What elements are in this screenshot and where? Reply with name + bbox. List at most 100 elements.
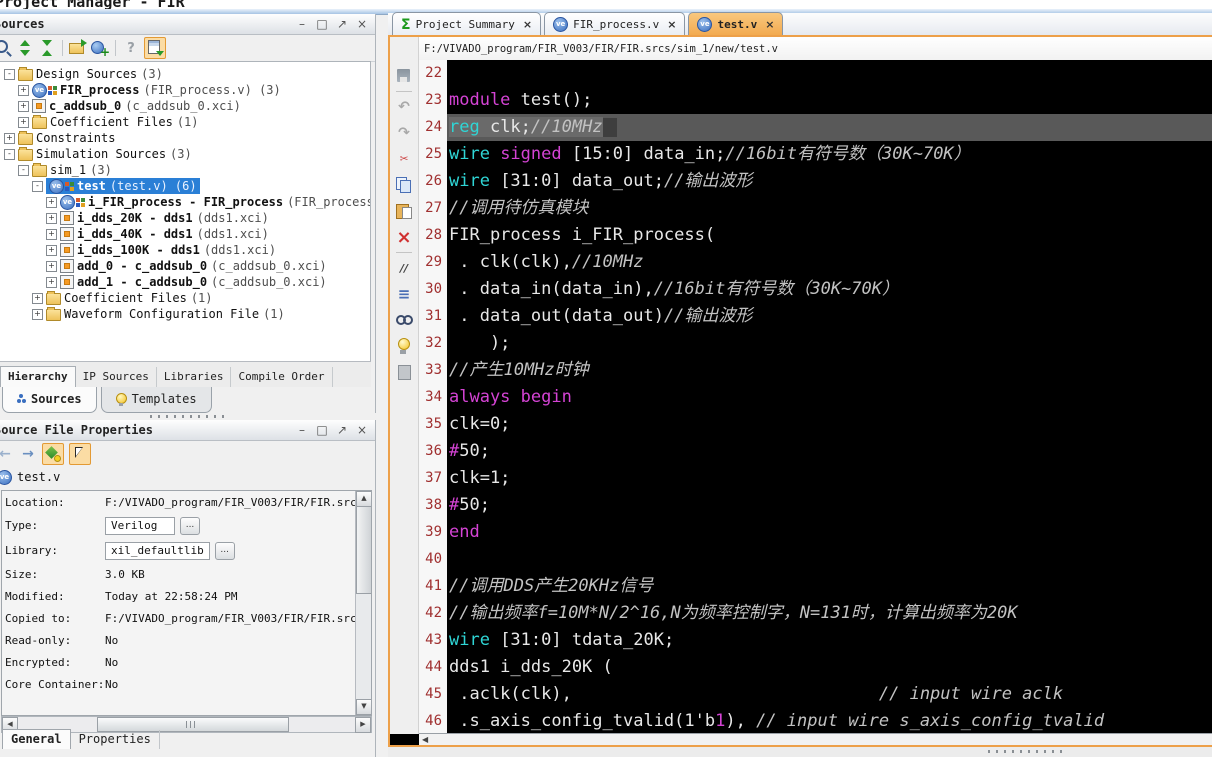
scroll-up-icon[interactable]: ▲ [356,491,372,507]
minimize-icon[interactable]: – [295,17,309,31]
sources-tree[interactable]: -Design Sources(3)+veFIR_process(FIR_pro… [0,61,371,362]
maximize-icon[interactable]: □ [315,423,329,437]
close-icon[interactable]: × [667,18,676,31]
tab-general[interactable]: General [2,729,71,749]
scrollbar-thumb[interactable] [356,506,372,594]
sources-panel-header[interactable]: Sources –□↗× [0,14,375,35]
tree-item[interactable]: +i_dds_40K - dds1(dds1.xci) [0,226,370,242]
code-line[interactable]: reg clk;//10MHz [447,114,1212,141]
code-line[interactable]: wire signed [15:0] data_in;//16bit有符号数（3… [447,141,1212,168]
collapse-minus-icon[interactable]: - [4,149,15,160]
comment-icon[interactable] [394,258,414,278]
forward-arrow-icon[interactable] [19,445,37,463]
maximize-icon[interactable]: □ [315,17,329,31]
back-arrow-icon[interactable] [0,445,14,463]
redo-icon[interactable] [394,123,414,143]
code-line[interactable]: dds1 i_dds_20K ( [447,654,1212,681]
float-icon[interactable]: ↗ [335,17,349,31]
expand-plus-icon[interactable]: + [46,213,57,224]
code-line[interactable]: wire [31:0] tdata_20K; [447,627,1212,654]
code-line[interactable]: //产生10MHz时钟 [447,357,1212,384]
tree-item[interactable]: +vei_FIR_process - FIR_process(FIR_proce… [0,194,370,210]
align-icon[interactable] [394,284,414,304]
ellipsis-button[interactable]: ... [215,542,235,560]
code-line[interactable]: wire [31:0] data_out;//输出波形 [447,168,1212,195]
expand-plus-icon[interactable]: + [46,277,57,288]
close-icon[interactable]: × [355,423,369,437]
tree-item[interactable]: -Design Sources(3) [0,66,370,82]
code-area[interactable]: module test();reg clk;//10MHzwire signed… [447,60,1212,734]
editor-tab-test-v[interactable]: vetest.v× [688,12,783,36]
select-cursor-icon[interactable] [71,445,89,463]
expand-plus-icon[interactable]: + [18,101,29,112]
edit-properties-icon[interactable] [44,445,62,463]
tree-item[interactable]: +i_dds_20K - dds1(dds1.xci) [0,210,370,226]
tree-item[interactable]: +Constraints [0,130,370,146]
find-icon[interactable] [394,310,414,330]
open-folder-icon[interactable] [69,39,87,57]
tree-item[interactable]: -Simulation Sources(3) [0,146,370,162]
selected-tool-highlight[interactable] [144,37,166,59]
editor-horizontal-scrollbar[interactable]: ◀ [419,733,1212,745]
expand-plus-icon[interactable]: + [46,229,57,240]
collapse-minus-icon[interactable]: - [18,165,29,176]
editor-tab-fir-process-v[interactable]: veFIR_process.v× [544,12,685,36]
collapse-minus-icon[interactable]: - [32,181,43,192]
scroll-left-icon[interactable]: ◀ [422,735,428,744]
expand-plus-icon[interactable]: + [32,309,43,320]
tree-item[interactable]: +Waveform Configuration File(1) [0,306,370,322]
scroll-to-icon[interactable] [146,39,164,57]
expand-plus-icon[interactable]: + [46,261,57,272]
code-line[interactable]: //调用待仿真模块 [447,195,1212,222]
help-icon[interactable] [122,39,140,57]
code-line[interactable]: FIR_process i_FIR_process( [447,222,1212,249]
expand-plus-icon[interactable]: + [4,133,15,144]
view-tab-hierarchy[interactable]: Hierarchy [0,366,76,387]
code-line[interactable]: module test(); [447,87,1212,114]
ellipsis-button[interactable]: ... [180,517,200,535]
code-line[interactable]: . data_out(data_out)//输出波形 [447,303,1212,330]
properties-vertical-scrollbar[interactable]: ▲ ▼ [355,491,371,715]
collapse-all-icon[interactable] [38,39,56,57]
code-line[interactable]: #50; [447,492,1212,519]
code-line[interactable]: end [447,519,1212,546]
tree-item[interactable]: +c_addsub_0(c_addsub_0.xci) [0,98,370,114]
view-tab-compile-order[interactable]: Compile Order [231,367,332,387]
code-line[interactable]: ); [447,330,1212,357]
search-icon[interactable] [0,39,12,57]
code-line[interactable]: always begin [447,384,1212,411]
code-line[interactable]: .s_axis_config_tvalid(1'b1), // input wi… [447,708,1212,734]
lightbulb-icon[interactable] [394,336,414,356]
undo-icon[interactable] [394,97,414,117]
tree-item[interactable]: +veFIR_process(FIR_process.v) (3) [0,82,370,98]
selected-tool-highlight[interactable] [42,443,64,465]
view-tab-libraries[interactable]: Libraries [157,367,232,387]
view-tab-ip-sources[interactable]: IP Sources [76,367,157,387]
close-icon[interactable]: × [355,17,369,31]
code-line[interactable]: #50; [447,438,1212,465]
tab-sources[interactable]: Sources [2,387,97,413]
code-line[interactable]: clk=0; [447,411,1212,438]
tree-item[interactable]: +add_0 - c_addsub_0(c_addsub_0.xci) [0,258,370,274]
property-value-input[interactable]: Verilog [105,517,175,535]
expand-plus-icon[interactable]: + [18,85,29,96]
code-line[interactable]: . clk(clk),//10MHz [447,249,1212,276]
code-line[interactable]: //输出频率f=10M*N/2^16,N为频率控制字，N=131时，计算出频率为… [447,600,1212,627]
copy-icon[interactable] [394,175,414,195]
scroll-right-icon[interactable]: ▶ [355,717,371,733]
paste-icon[interactable] [394,201,414,221]
tree-item[interactable]: +add_1 - c_addsub_0(c_addsub_0.xci) [0,274,370,290]
tab-templates[interactable]: Templates [101,387,212,413]
readonly-icon[interactable] [394,362,414,382]
add-sources-icon[interactable] [91,39,109,57]
expand-plus-icon[interactable]: + [32,293,43,304]
cut-icon[interactable] [394,149,414,169]
save-icon[interactable] [394,66,414,86]
expand-plus-icon[interactable]: + [46,245,57,256]
code-line[interactable]: clk=1; [447,465,1212,492]
tree-item[interactable]: -sim_1(3) [0,162,370,178]
close-icon[interactable]: × [765,18,774,31]
code-line[interactable] [447,60,1212,87]
code-line[interactable]: .aclk(clk), // input wire aclk [447,681,1212,708]
minimize-icon[interactable]: – [295,423,309,437]
